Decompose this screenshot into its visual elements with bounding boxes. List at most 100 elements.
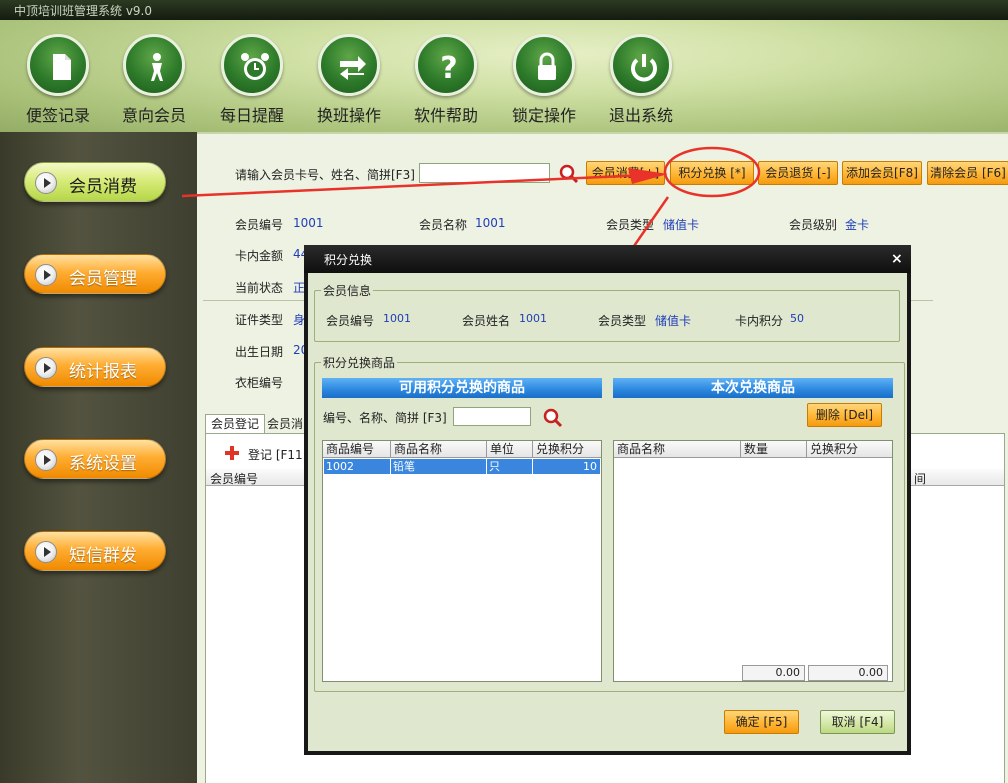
column-exchange-points: 兑换积分	[810, 442, 859, 456]
toolbar-help-button[interactable]: ? 软件帮助	[401, 34, 491, 134]
locker-label: 衣柜编号	[235, 376, 284, 390]
goods-search-input[interactable]	[453, 407, 531, 426]
sidebar-item-label: 会员管理	[69, 269, 137, 289]
member-type-label: 会员类型	[606, 218, 655, 232]
dialog-member-id-value: 1001	[383, 312, 411, 325]
toolbar-exit-button[interactable]: 退出系统	[596, 34, 686, 134]
member-info-legend: 会员信息	[323, 284, 372, 298]
toolbar-label: 每日提醒	[219, 106, 284, 125]
magnifier-icon[interactable]	[559, 164, 579, 187]
toolbar-reminder-button[interactable]: 每日提醒	[207, 34, 297, 134]
consume-button[interactable]: 会员消费[+]	[586, 161, 665, 185]
balance-label: 卡内金额	[235, 249, 284, 263]
column-points: 兑换积分	[536, 442, 585, 456]
cert-type-label: 证件类型	[235, 313, 284, 327]
confirm-button[interactable]: 确定 [F5]	[724, 710, 799, 734]
question-icon: ?	[415, 34, 477, 96]
member-name-value: 1001	[475, 216, 506, 230]
total-points: 0.00	[808, 665, 888, 681]
toolbar-label: 便签记录	[25, 106, 90, 125]
sidebar-item-reports[interactable]: 统计报表	[24, 347, 166, 387]
dialog-points-value: 50	[790, 312, 804, 325]
dialog-points-label: 卡内积分	[735, 314, 784, 328]
dialog-member-name-value: 1001	[519, 312, 547, 325]
toolbar-label: 软件帮助	[413, 106, 478, 125]
toolbar-lock-button[interactable]: 锁定操作	[499, 34, 589, 134]
delete-button[interactable]: 删除 [Del]	[807, 403, 882, 427]
toolbar-label: 退出系统	[608, 106, 673, 125]
column-unit: 单位	[487, 441, 533, 458]
toolbar-label: 意向会员	[121, 106, 186, 125]
sidebar-item-manage[interactable]: 会员管理	[24, 254, 166, 294]
magnifier-icon[interactable]	[543, 408, 563, 431]
play-icon	[35, 541, 57, 563]
sidebar-item-label: 会员消费	[69, 177, 137, 197]
alarm-clock-icon	[221, 34, 283, 96]
play-icon	[35, 264, 57, 286]
window-title: 中顶培训班管理系统 v9.0	[14, 4, 153, 18]
sidebar-item-label: 系统设置	[69, 454, 137, 474]
add-icon[interactable]	[224, 445, 240, 464]
available-goods-grid[interactable]: 商品编号 商品名称 单位 兑换积分 1002 铅笔 只 10	[322, 440, 602, 682]
toolbar-shift-button[interactable]: 换班操作	[304, 34, 394, 134]
return-button[interactable]: 会员退货 [-]	[758, 161, 838, 185]
member-level-value: 金卡	[845, 218, 870, 232]
dialog-titlebar: 积分兑换	[304, 245, 911, 273]
cell-goods-code: 1002	[324, 459, 391, 474]
cell-unit: 只	[487, 459, 533, 474]
play-icon	[35, 449, 57, 471]
member-search-input[interactable]	[419, 163, 550, 183]
window-titlebar: 中顶培训班管理系统 v9.0	[0, 0, 1008, 20]
column-goods-code: 商品编号	[323, 441, 391, 458]
table-row[interactable]: 1002 铅笔 只 10	[324, 459, 600, 474]
member-name-label: 会员名称	[419, 218, 468, 232]
sidebar-item-settings[interactable]: 系统设置	[24, 439, 166, 479]
svg-text:?: ?	[440, 51, 457, 85]
current-exchange-header: 本次兑换商品	[613, 378, 893, 398]
exchange-points-button[interactable]: 积分兑换 [*]	[670, 161, 754, 185]
power-icon	[610, 34, 672, 96]
available-goods-header: 可用积分兑换的商品	[322, 378, 602, 398]
sidebar-item-sms[interactable]: 短信群发	[24, 531, 166, 571]
cancel-button[interactable]: 取消 [F4]	[820, 710, 895, 734]
dialog-member-type-label: 会员类型	[598, 314, 647, 328]
lock-icon	[513, 34, 575, 96]
column-goods-name: 商品名称	[391, 441, 487, 458]
current-exchange-grid[interactable]: 商品名称 数量 兑换积分 0.00 0.00	[613, 440, 893, 682]
tab-register[interactable]: 会员登记	[205, 414, 265, 433]
toolbar-banner: 便签记录 意向会员 每日提醒 换班操作 ? 软件帮助 锁定操作 退出系统	[0, 20, 1008, 132]
clear-member-button[interactable]: 清除会员 [F6]	[927, 161, 1008, 185]
tab-consume[interactable]: 会员消	[267, 415, 307, 433]
member-level-label: 会员级别	[789, 218, 838, 232]
sidebar-item-label: 短信群发	[69, 546, 137, 566]
register-button[interactable]: 登记 [F11	[248, 446, 303, 463]
dialog-title: 积分兑换	[324, 253, 373, 267]
sidebar: 会员消费 会员管理 统计报表 系统设置 短信群发	[0, 132, 197, 783]
toolbar-label: 换班操作	[316, 106, 381, 125]
dialog-body: 会员信息 会员编号 1001 会员姓名 1001 会员类型 储值卡 卡内积分 5…	[308, 273, 907, 751]
points-exchange-dialog: 积分兑换 × 会员信息 会员编号 1001 会员姓名 1001 会员类型 储值卡…	[304, 245, 911, 755]
sidebar-item-consume[interactable]: 会员消费	[24, 162, 166, 202]
dialog-member-name-label: 会员姓名	[462, 314, 511, 328]
notepad-icon	[27, 34, 89, 96]
column-time: 间	[914, 472, 927, 486]
person-icon	[123, 34, 185, 96]
toolbar-prospect-button[interactable]: 意向会员	[109, 34, 199, 134]
play-icon	[35, 172, 57, 194]
add-member-button[interactable]: 添加会员[F8]	[842, 161, 922, 185]
available-goods-grid-header: 商品编号 商品名称 单位 兑换积分	[323, 441, 601, 458]
birth-date-label: 出生日期	[235, 345, 284, 359]
sidebar-item-label: 统计报表	[69, 362, 137, 382]
current-exchange-grid-header: 商品名称 数量 兑换积分	[614, 441, 892, 458]
toolbar-notes-button[interactable]: 便签记录	[13, 34, 103, 134]
exchange-goods-legend: 积分兑换商品	[323, 356, 396, 370]
close-icon[interactable]: ×	[891, 251, 903, 267]
member-id-label: 会员编号	[235, 218, 284, 232]
dialog-member-id-label: 会员编号	[326, 314, 375, 328]
toolbar-label: 锁定操作	[511, 106, 576, 125]
member-type-value: 储值卡	[663, 218, 700, 232]
swap-arrows-icon	[318, 34, 380, 96]
search-label: 请输入会员卡号、姓名、简拼[F3]	[235, 168, 415, 182]
cell-points: 10	[583, 460, 597, 473]
cell-goods-name: 铅笔	[391, 459, 487, 474]
